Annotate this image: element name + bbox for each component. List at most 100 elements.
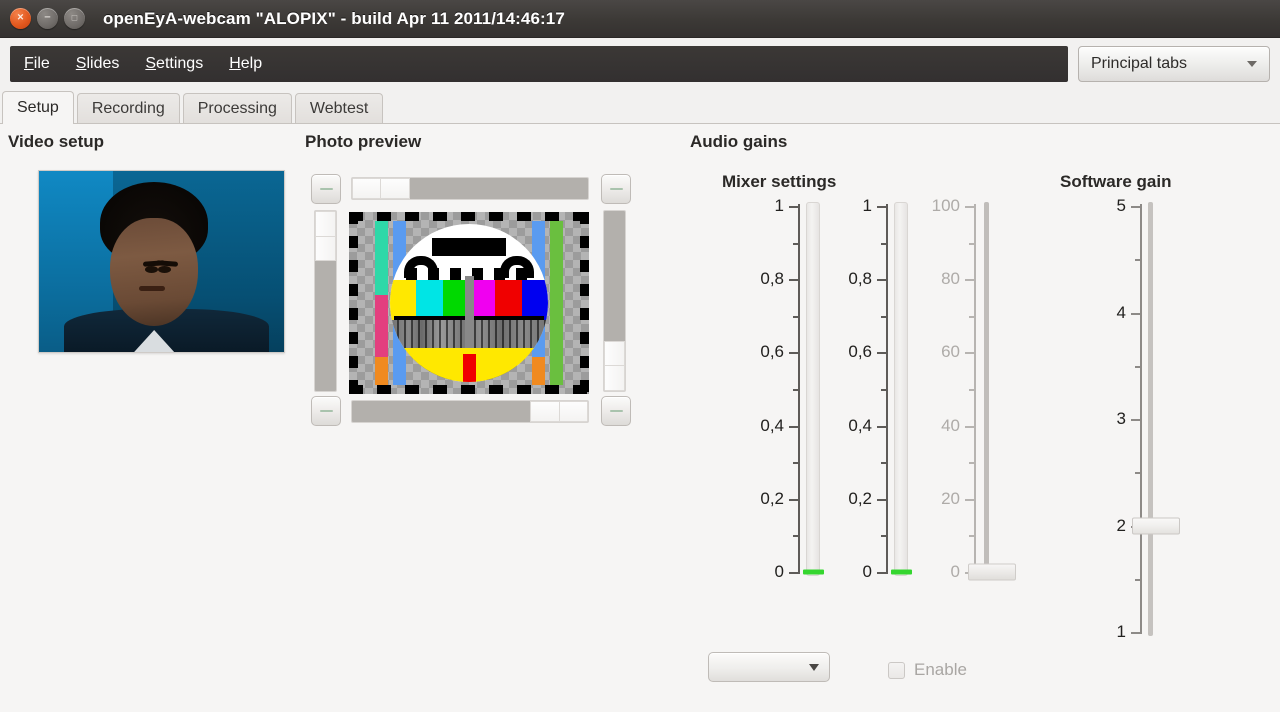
mixer-slider-3-track[interactable] <box>984 202 989 576</box>
menu-item-slides[interactable]: Slides <box>76 55 120 73</box>
mixer-slider-1-tick-label: 1 <box>774 196 784 215</box>
scrollbar-thumb-divider <box>604 365 625 366</box>
close-button[interactable]: × <box>10 8 31 29</box>
mixer-slider-3-tick-major <box>965 352 976 355</box>
webcam-subject-eye-left <box>145 265 159 273</box>
enable-checkbox-row[interactable]: Enable <box>888 660 967 680</box>
tab-strip: Setup Recording Processing Webtest <box>0 90 1280 125</box>
menu-help-mnemonic: H <box>229 55 241 72</box>
software-gain-slider-tick-minor <box>1135 578 1142 581</box>
mixer-slider-1-tick-major <box>789 279 800 282</box>
menu-item-help[interactable]: Help <box>229 55 262 73</box>
tab-recording[interactable]: Recording <box>76 93 180 124</box>
tab-webtest[interactable]: Webtest <box>294 93 384 124</box>
tab-setup[interactable]: Setup <box>2 91 74 125</box>
mixer-slider-3-tick-minor <box>969 389 976 391</box>
video-setup-panel: Video setup <box>8 132 298 353</box>
software-gain-slider-handle[interactable] <box>1132 517 1180 534</box>
title-bar: × − □ openEyA-webcam "ALOPIX" - build Ap… <box>0 0 1280 38</box>
software-gain-slider-tick-minor <box>1135 259 1142 262</box>
mixer-slider-2-tick-label: 0,8 <box>848 269 872 289</box>
software-gain-slider-tick-label: 3 <box>1116 409 1126 428</box>
photo-preview-title: Photo preview <box>305 132 422 151</box>
photo-preview-grid <box>305 168 665 438</box>
mixer-slider-3-tick-label: 0 <box>950 562 960 581</box>
principal-tabs-dropdown[interactable]: Principal tabs <box>1078 46 1270 82</box>
mixer-slider-1-tick-label: 0 <box>774 562 784 581</box>
mixer-slider-2-tick-label: 1 <box>862 196 872 215</box>
menu-item-settings[interactable]: Settings <box>145 55 203 73</box>
menu-file-mnemonic: F <box>24 55 34 72</box>
software-gain-slider-tick-major <box>1131 419 1142 421</box>
mixer-slider-2-tick-major <box>877 206 888 208</box>
menu-settings-mnemonic: S <box>145 55 157 72</box>
mixer-slider-3-tick-label: 40 <box>941 415 960 435</box>
mixer-slider-2-tick-label: 0 <box>862 562 872 581</box>
enable-checkbox[interactable] <box>888 661 905 679</box>
scrollbar-vertical-left[interactable] <box>314 210 337 392</box>
mixer-slider-1-tick-label: 0,6 <box>760 342 784 362</box>
mixer-slider-2-tick-minor <box>881 462 888 465</box>
tab-setup-label: Setup <box>17 99 59 116</box>
mixer-slider-3-tick-major <box>965 279 976 282</box>
software-gain-slider-tick-minor <box>1135 365 1142 368</box>
tab-processing[interactable]: Processing <box>182 93 292 124</box>
mixer-slider-2-tick-label: 0,4 <box>848 415 872 435</box>
chevron-down-icon <box>1247 61 1257 67</box>
webcam-preview[interactable] <box>38 170 285 353</box>
webcam-subject-mouth <box>138 286 165 292</box>
window-controls: × − □ <box>10 8 85 29</box>
software-gain-slider-track[interactable] <box>1148 202 1153 636</box>
mixer-slider-1-track[interactable] <box>806 202 820 576</box>
mixer-slider-1[interactable]: 1 0,8 0,6 0,4 0,2 0 <box>748 196 844 581</box>
mixer-slider-1-tick-minor <box>793 462 800 465</box>
software-gain-slider-tick-major <box>1131 206 1142 208</box>
mixer-slider-3-tick-label: 60 <box>941 342 960 362</box>
enable-checkbox-label: Enable <box>914 660 967 679</box>
software-gain-slider-scale: 5 4 3 2 1 <box>1090 196 1142 641</box>
step-button-top-left[interactable] <box>311 174 341 204</box>
minimize-button[interactable]: − <box>37 8 58 29</box>
mixer-slider-2-handle[interactable] <box>891 569 912 575</box>
scrollbar-horizontal-top[interactable] <box>351 177 589 200</box>
step-button-top-right[interactable] <box>601 174 631 204</box>
menu-item-file[interactable]: File <box>24 55 50 73</box>
test-card-dashed-frame <box>349 212 589 394</box>
mixer-slider-1-handle[interactable] <box>803 569 824 575</box>
software-gain-slider-tick-label: 4 <box>1116 302 1126 322</box>
scrollbar-horizontal-bottom[interactable] <box>351 400 589 423</box>
maximize-button[interactable]: □ <box>64 8 85 29</box>
software-gain-slider-tick-major <box>1131 632 1142 634</box>
test-card-image[interactable] <box>349 212 589 394</box>
menu-file-label: ile <box>33 55 50 72</box>
mixer-slider-3-tick-major <box>965 206 976 208</box>
audio-gains-title: Audio gains <box>690 132 788 151</box>
webcam-subject-eye-right <box>157 265 171 273</box>
mixer-slider-2-tick-minor <box>881 535 888 538</box>
scrollbar-thumb[interactable] <box>352 178 410 199</box>
mixer-slider-3-tick-major <box>965 498 976 501</box>
mixer-slider-2[interactable]: 1 0,8 0,6 0,4 0,2 0 <box>836 196 932 581</box>
audio-device-combobox[interactable] <box>708 652 830 682</box>
maximize-icon: □ <box>71 12 78 23</box>
principal-tabs-label: Principal tabs <box>1091 55 1188 72</box>
step-button-bottom-right[interactable] <box>601 396 631 426</box>
software-gain-slider[interactable]: 5 4 3 2 1 <box>1090 196 1186 641</box>
mixer-slider-1-tick-major <box>789 572 800 574</box>
chevron-down-icon <box>809 663 819 671</box>
mixer-slider-3-tick-minor <box>969 462 976 465</box>
mixer-slider-3-tick-label: 100 <box>931 196 960 215</box>
mixer-slider-1-tick-major <box>789 498 800 501</box>
tab-webtest-label: Webtest <box>309 100 369 117</box>
scrollbar-thumb[interactable] <box>604 341 625 391</box>
scrollbar-vertical-right[interactable] <box>603 210 626 392</box>
mixer-slider-3-tick-minor <box>969 535 976 538</box>
mixer-slider-2-track[interactable] <box>894 202 908 576</box>
mixer-slider-2-tick-major <box>877 572 888 574</box>
mixer-slider-1-tick-minor <box>793 242 800 245</box>
step-button-bottom-left[interactable] <box>311 396 341 426</box>
video-setup-title: Video setup <box>8 132 105 151</box>
scrollbar-thumb-divider <box>315 236 336 237</box>
menu-help-label: elp <box>240 55 263 72</box>
mixer-slider-3-tick-label: 80 <box>941 269 960 289</box>
